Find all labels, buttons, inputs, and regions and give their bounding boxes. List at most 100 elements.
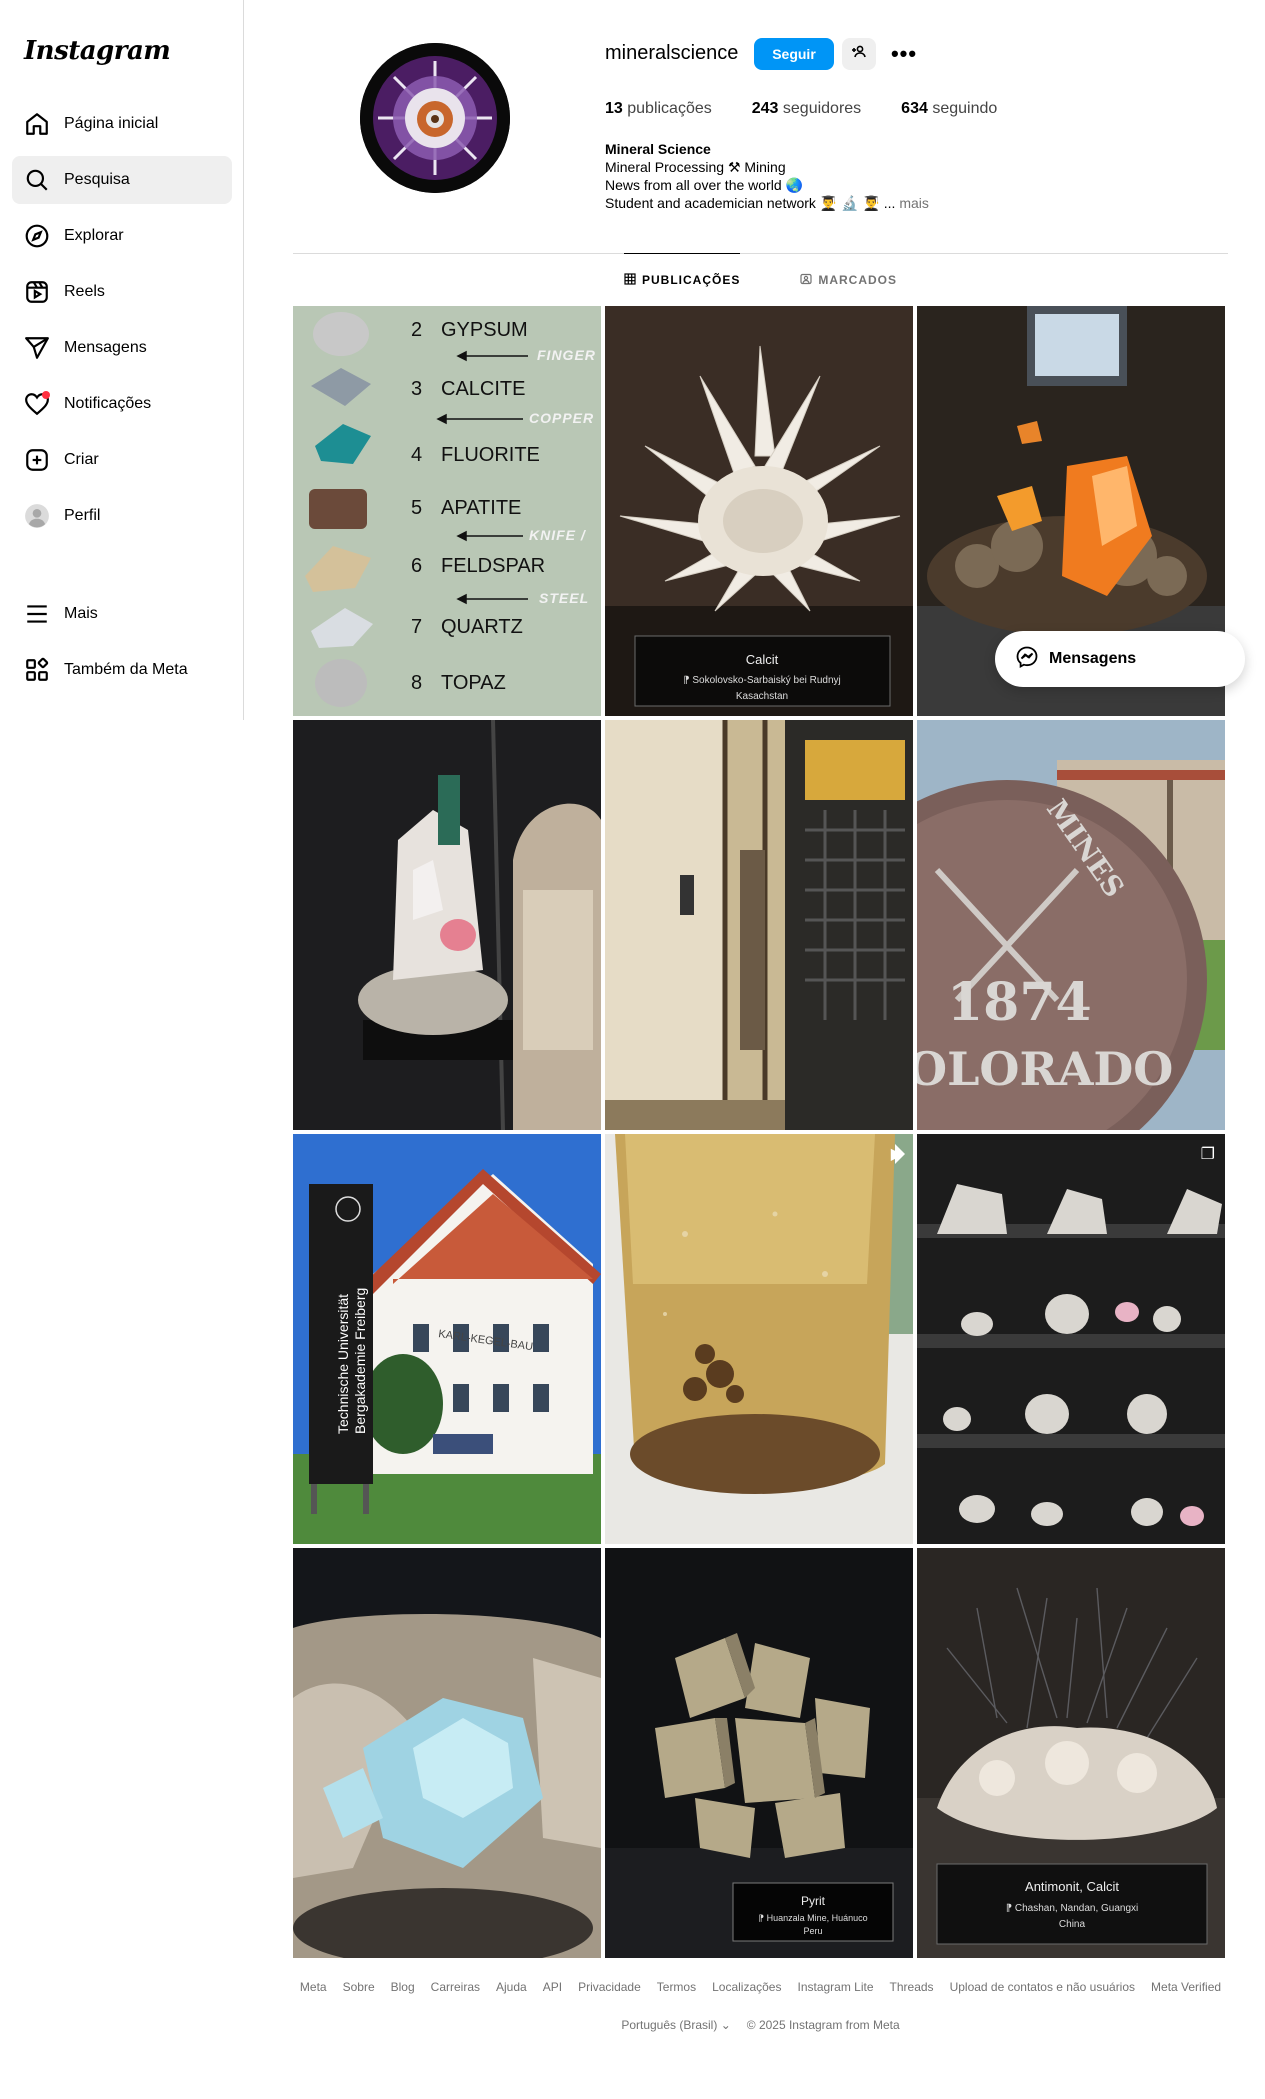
post-tile[interactable]: ▶: [605, 1134, 913, 1544]
options-button[interactable]: •••: [887, 38, 921, 70]
instagram-logo[interactable]: Instagram: [24, 36, 171, 66]
grid-icon: [624, 272, 636, 288]
tool-label: FINGER: [537, 347, 596, 363]
sidebar-item-label: Perfil: [64, 507, 101, 524]
sidebar-item-search[interactable]: Pesquisa: [12, 156, 232, 204]
footer: Meta Sobre Blog Carreiras Ajuda API Priv…: [293, 1980, 1228, 2032]
posts-label: publicações: [622, 100, 712, 117]
post-tile[interactable]: [605, 720, 913, 1130]
messenger-icon: [1015, 645, 1049, 674]
sidebar: Instagram Página inicial Pesquisa Explor…: [0, 0, 244, 720]
bio-name: Mineral Science: [605, 141, 711, 157]
sidebar-item-label: Pesquisa: [64, 171, 130, 188]
post-tile[interactable]: ❐: [917, 1134, 1225, 1544]
footer-link[interactable]: Threads: [890, 1980, 934, 1994]
tab-label: PUBLICAÇÕES: [641, 273, 741, 287]
footer-link[interactable]: Blog: [391, 1980, 415, 1994]
footer-link[interactable]: Localizações: [712, 1980, 781, 1994]
messages-pill-label: Mensagens: [1049, 650, 1137, 667]
tab-posts[interactable]: PUBLICAÇÕES: [623, 253, 741, 306]
sidebar-item-profile[interactable]: Perfil: [12, 492, 232, 540]
footer-link[interactable]: Carreiras: [431, 1980, 480, 1994]
specimen-label-line: ⁋ Sokolovsko-Sarbaiský bei Rudnyj: [683, 675, 841, 686]
reels-icon: [24, 279, 50, 305]
bio-line: News from all over the world 🌏: [605, 177, 803, 193]
mineral-number: 6: [411, 555, 422, 577]
profile-tabs: PUBLICAÇÕES MARCADOS: [293, 253, 1228, 306]
sidebar-item-notifications[interactable]: Notificações: [12, 380, 232, 428]
footer-link[interactable]: Upload de contatos e não usuários: [950, 1980, 1135, 1994]
footer-link[interactable]: Meta: [300, 1980, 327, 1994]
sidebar-item-label: Mais: [64, 605, 98, 622]
following-stat[interactable]: 634 seguindo: [901, 100, 997, 118]
avatar[interactable]: [360, 43, 510, 193]
suggested-accounts-button[interactable]: [842, 38, 876, 70]
footer-link[interactable]: API: [543, 1980, 562, 1994]
sidebar-item-create[interactable]: Criar: [12, 436, 232, 484]
tagged-icon: [800, 273, 812, 288]
followers-stat[interactable]: 243 seguidores: [752, 100, 861, 118]
post-tile[interactable]: 1874 OLORADO MINES: [917, 720, 1225, 1130]
footer-link[interactable]: Ajuda: [496, 1980, 527, 1994]
mineral-number: 4: [411, 444, 422, 466]
heart-icon: [24, 391, 50, 417]
bio-line-last: Student and academician network 👨‍🎓 🔬 👨‍…: [605, 194, 929, 212]
footer-link[interactable]: Instagram Lite: [797, 1980, 873, 1994]
post-tile[interactable]: [293, 720, 601, 1130]
footer-link[interactable]: Meta Verified: [1151, 1980, 1221, 1994]
main-content: mineralscience Seguir ••• 13 publicações…: [293, 0, 1228, 1958]
bio-line: Student and academician network 👨‍🎓 🔬 👨‍…: [605, 195, 896, 211]
footer-link[interactable]: Sobre: [343, 1980, 375, 1994]
post-tile[interactable]: KARL-KEGEL-BAU Technische Universität Be…: [293, 1134, 601, 1544]
sidebar-item-home[interactable]: Página inicial: [12, 100, 232, 148]
tool-label: KNIFE /: [529, 527, 587, 543]
sidebar-item-label: Criar: [64, 451, 99, 468]
mineral-name: FELDSPAR: [441, 555, 545, 577]
language-select[interactable]: Português (Brasil) ⌄: [621, 2018, 730, 2032]
mineral-number: 7: [411, 616, 422, 638]
plus-square-icon: [24, 447, 50, 473]
tool-label: COPPER: [529, 410, 594, 426]
add-user-icon: [851, 44, 867, 65]
footer-link[interactable]: Privacidade: [578, 1980, 641, 1994]
sidebar-item-reels[interactable]: Reels: [12, 268, 232, 316]
seal-year: 1874: [947, 972, 1092, 1033]
footer-link[interactable]: Termos: [657, 1980, 696, 1994]
send-icon: [24, 335, 50, 361]
bio-more-link[interactable]: mais: [895, 195, 929, 211]
sidebar-item-meta[interactable]: Também da Meta: [12, 646, 232, 694]
copyright: © 2025 Instagram from Meta: [746, 2018, 900, 2032]
post-tile[interactable]: [293, 1548, 601, 1958]
more-dots-icon: •••: [890, 41, 918, 66]
messages-floating-button[interactable]: Mensagens: [995, 631, 1245, 687]
tab-tagged[interactable]: MARCADOS: [800, 254, 897, 306]
specimen-label-line: Kasachstan: [736, 691, 788, 702]
mineral-name: TOPAZ: [441, 672, 506, 694]
tool-label: STEEL: [539, 590, 589, 606]
follow-button[interactable]: Seguir: [754, 38, 834, 70]
sidebar-item-label: Mensagens: [64, 339, 147, 356]
footer-links: Meta Sobre Blog Carreiras Ajuda API Priv…: [293, 1980, 1228, 1994]
post-tile[interactable]: Calcit ⁋ Sokolovsko-Sarbaiský bei Rudnyj…: [605, 306, 913, 716]
specimen-label-line: ⁋ Chashan, Nandan, Guangxi: [1006, 1903, 1139, 1914]
followers-label: seguidores: [778, 100, 862, 117]
sidebar-item-label: Também da Meta: [64, 661, 188, 678]
profile-header: mineralscience Seguir ••• 13 publicações…: [293, 0, 1228, 254]
sidebar-item-label: Notificações: [64, 395, 152, 412]
post-tile[interactable]: Antimonit, Calcit ⁋ Chashan, Nandan, Gua…: [917, 1548, 1225, 1958]
post-tile[interactable]: 2 GYPSUM 3 CALCITE 4 FLUORITE 5 APATITE …: [293, 306, 601, 716]
specimen-label-title: Calcit: [746, 652, 779, 667]
tab-label: MARCADOS: [818, 273, 897, 287]
sidebar-item-more[interactable]: Mais: [12, 590, 232, 638]
specimen-label-line: Peru: [803, 1926, 822, 1936]
notification-dot: [42, 391, 50, 399]
post-tile[interactable]: Pyrit ⁋ Huanzala Mine, Huánuco Peru: [605, 1548, 913, 1958]
sidebar-item-label: Página inicial: [64, 115, 159, 132]
sidebar-item-explore[interactable]: Explorar: [12, 212, 232, 260]
footer-bottom: Português (Brasil) ⌄ © 2025 Instagram fr…: [293, 2018, 1228, 2032]
compass-icon: [24, 223, 50, 249]
posts-grid: 2 GYPSUM 3 CALCITE 4 FLUORITE 5 APATITE …: [293, 306, 1228, 1958]
sidebar-item-messages[interactable]: Mensagens: [12, 324, 232, 372]
home-icon: [24, 111, 50, 137]
sidebar-nav: Página inicial Pesquisa Explorar Reels M…: [12, 100, 232, 548]
